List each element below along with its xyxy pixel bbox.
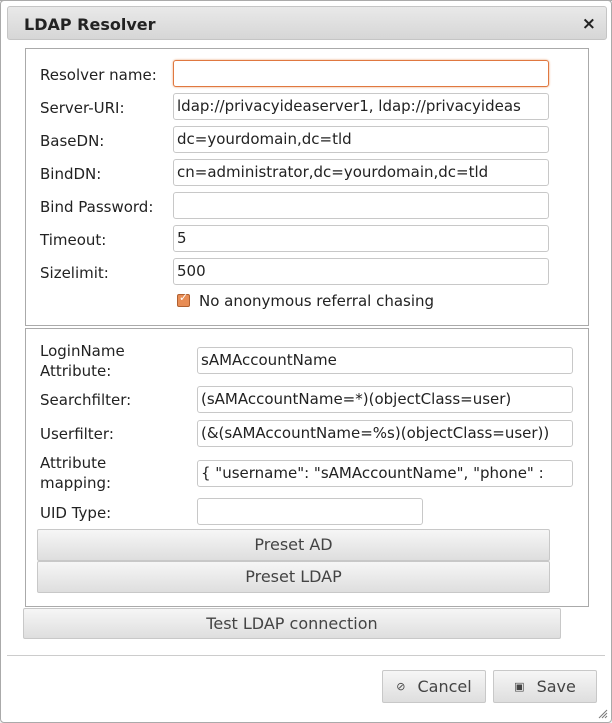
attributes-section: LoginName Attribute: sAMAccountName Sear… <box>25 328 589 607</box>
preset-ldap-label: Preset LDAP <box>245 567 342 586</box>
connection-section: Resolver name: Server-URI: ldap://privac… <box>25 48 589 326</box>
userfilter-label: Userfilter: <box>40 425 114 443</box>
attribute-mapping-input[interactable]: { "username": "sAMAccountName", "phone" … <box>197 460 573 487</box>
save-label: Save <box>536 677 576 696</box>
uid-type-input[interactable] <box>197 498 423 525</box>
timeout-label: Timeout: <box>40 231 107 249</box>
test-ldap-connection-button[interactable]: Test LDAP connection <box>23 608 561 639</box>
bind-password-label: Bind Password: <box>40 198 154 216</box>
footer-separator <box>7 655 605 656</box>
resolver-name-label: Resolver name: <box>40 66 157 84</box>
cancel-button[interactable]: ⊘ Cancel <box>382 670 486 703</box>
dialog-title: LDAP Resolver <box>24 15 156 34</box>
attribute-mapping-label-line2: mapping: <box>40 474 112 492</box>
dialog-titlebar[interactable]: LDAP Resolver × <box>7 6 607 40</box>
searchfilter-label: Searchfilter: <box>40 391 132 409</box>
server-uri-label: Server-URI: <box>40 99 125 117</box>
close-icon[interactable]: × <box>582 14 596 34</box>
attribute-mapping-label-line1: Attribute <box>40 454 107 472</box>
uid-type-label: UID Type: <box>40 504 112 522</box>
resize-grip-icon[interactable] <box>598 709 608 719</box>
base-dn-input[interactable]: dc=yourdomain,dc=tld <box>173 126 549 153</box>
sizelimit-label: Sizelimit: <box>40 264 109 282</box>
login-name-input[interactable]: sAMAccountName <box>197 347 573 374</box>
userfilter-input[interactable]: (&(sAMAccountName=%s)(objectClass=user)) <box>197 420 573 447</box>
bind-dn-input[interactable]: cn=administrator,dc=yourdomain,dc=tld <box>173 159 549 186</box>
no-referral-label: No anonymous referral chasing <box>199 292 435 310</box>
ldap-resolver-dialog: LDAP Resolver × Resolver name: Server-UR… <box>0 0 612 723</box>
preset-ldap-button[interactable]: Preset LDAP <box>37 561 550 593</box>
bind-password-input[interactable] <box>173 192 549 219</box>
save-button[interactable]: ▣ Save <box>493 670 597 703</box>
login-name-label-line1: LoginName <box>40 342 125 360</box>
no-referral-checkbox[interactable] <box>177 291 190 307</box>
login-name-label-line2: Attribute: <box>40 362 112 380</box>
searchfilter-input[interactable]: (sAMAccountName=*)(objectClass=user) <box>197 386 573 413</box>
save-icon: ▣ <box>514 680 525 693</box>
base-dn-label: BaseDN: <box>40 132 105 150</box>
preset-ad-label: Preset AD <box>254 535 333 554</box>
timeout-input[interactable]: 5 <box>173 225 549 252</box>
cancel-icon: ⊘ <box>396 680 406 693</box>
cancel-label: Cancel <box>417 677 472 696</box>
sizelimit-input[interactable]: 500 <box>173 258 549 285</box>
bind-dn-label: BindDN: <box>40 165 102 183</box>
test-ldap-connection-label: Test LDAP connection <box>206 614 378 633</box>
resolver-name-input[interactable] <box>173 60 549 87</box>
server-uri-input[interactable]: ldap://privacyideaserver1, ldap://privac… <box>173 93 549 120</box>
preset-ad-button[interactable]: Preset AD <box>37 529 550 561</box>
